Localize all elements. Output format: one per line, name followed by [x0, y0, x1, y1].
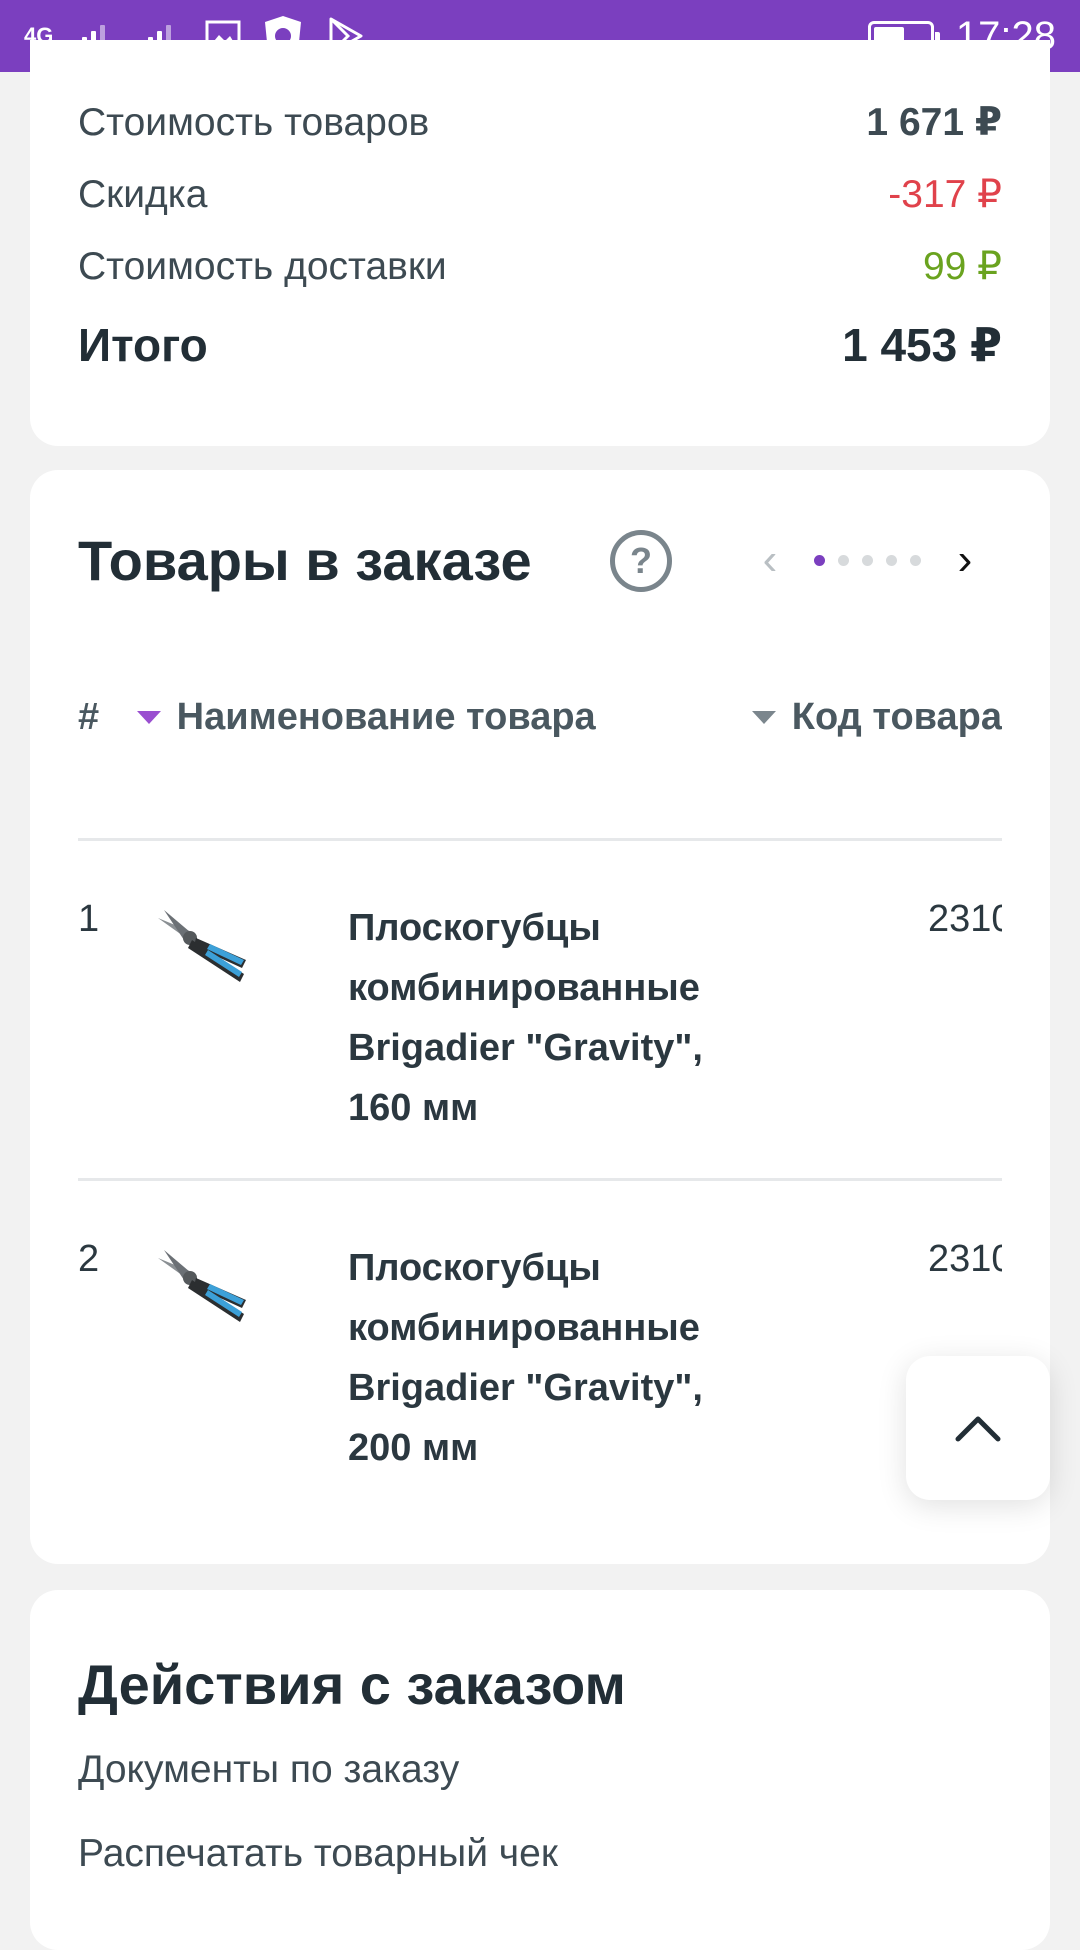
product-code: 23101: [928, 1238, 1002, 1280]
discount-row: Скидка -317 ₽: [78, 172, 1002, 217]
goods-section-title: Товары в заказе: [78, 529, 532, 592]
delivery-label: Стоимость доставки: [78, 244, 447, 288]
pager-dot: [838, 554, 849, 566]
column-name-sort[interactable]: Наименование товара: [136, 695, 752, 739]
pager-dots: [814, 554, 921, 566]
pager-prev-icon[interactable]: ‹: [750, 535, 790, 585]
pliers-product-image[interactable]: [146, 898, 256, 1008]
product-code: 23101: [928, 898, 1002, 940]
delivery-row: Стоимость доставки 99 ₽: [78, 244, 1002, 289]
divider: [78, 838, 1002, 841]
order-goods-card: Товары в заказе ? ‹ › # Наименование тов…: [30, 470, 1050, 1564]
pager-dot: [862, 554, 873, 566]
column-code-label: Код товара: [791, 695, 1002, 738]
pager-dot: [886, 554, 897, 566]
pliers-product-image[interactable]: [146, 1238, 256, 1348]
product-name[interactable]: Плоскогубцы комбинированные Brigadier "G…: [348, 1238, 768, 1478]
goods-cost-row: Стоимость товаров 1 671 ₽: [78, 100, 1002, 145]
divider: [78, 1178, 1002, 1181]
discount-label: Скидка: [78, 172, 208, 216]
pager-dot: [910, 554, 921, 566]
pager-next-icon[interactable]: ›: [945, 535, 985, 585]
product-name[interactable]: Плоскогубцы комбинированные Brigadier "G…: [348, 898, 768, 1138]
table-pager: ‹ ›: [750, 530, 985, 590]
row-num: 2: [78, 1238, 100, 1280]
order-actions-card: Действия с заказом Документы по заказу Р…: [30, 1590, 1050, 1950]
goods-cost-label: Стоимость товаров: [78, 100, 430, 144]
column-name-label: Наименование товара: [176, 695, 596, 738]
pager-dot: [814, 554, 825, 566]
sort-desc-icon: [136, 710, 161, 724]
actions-section-title: Действия с заказом: [78, 1653, 626, 1716]
column-num: #: [78, 695, 100, 738]
print-receipt-link[interactable]: Распечатать товарный чек: [78, 1832, 558, 1876]
discount-value: -317 ₽: [888, 173, 1002, 216]
sort-icon: [751, 710, 776, 724]
total-row: Итого 1 453 ₽: [78, 318, 1002, 372]
table-header: # Наименование товара Код товара: [78, 692, 1002, 742]
goods-cost-value: 1 671 ₽: [866, 101, 1002, 144]
order-documents-link[interactable]: Документы по заказу: [78, 1748, 459, 1792]
help-icon[interactable]: ?: [610, 530, 672, 592]
chevron-up-icon: [955, 1416, 1001, 1442]
order-summary-card: Стоимость товаров 1 671 ₽ Скидка -317 ₽ …: [30, 40, 1050, 446]
table-row[interactable]: 1 Плоскогубцы комбинированные Brigadier …: [78, 898, 1002, 1138]
column-code-sort[interactable]: Код товара: [751, 695, 1002, 739]
delivery-value: 99 ₽: [922, 245, 1002, 288]
table-row[interactable]: 2 Плоскогубцы комбинированные Brigadier …: [78, 1238, 1002, 1478]
row-num: 1: [78, 898, 100, 940]
total-label: Итого: [78, 319, 208, 371]
scroll-to-top-button[interactable]: [906, 1356, 1050, 1500]
total-value: 1 453 ₽: [842, 319, 1002, 371]
